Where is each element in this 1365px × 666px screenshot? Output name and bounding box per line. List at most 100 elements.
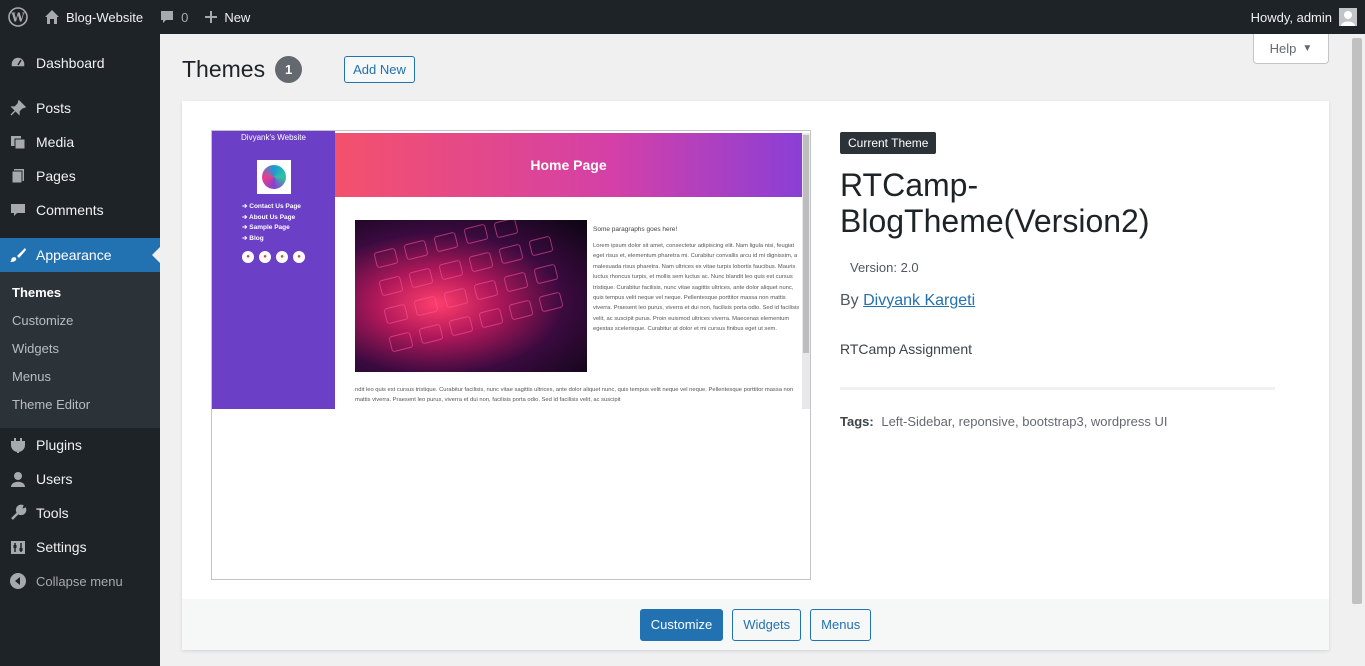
pages-icon <box>8 166 28 186</box>
wrench-icon <box>8 503 28 523</box>
sidebar-item-appearance[interactable]: Appearance <box>0 238 160 272</box>
author-prefix: By <box>840 292 859 309</box>
sidebar-item-posts[interactable]: Posts <box>0 91 160 125</box>
avatar <box>1339 8 1357 26</box>
help-label: Help <box>1269 41 1297 56</box>
theme-details-panel: Divyank's Website ➔ Contact Us Page ➔ Ab… <box>182 101 1329 650</box>
preview-nav-item: ➔ Blog <box>242 234 264 242</box>
tags-value: Left-Sidebar, reponsive, bootstrap3, wor… <box>881 414 1168 429</box>
new-label: New <box>224 9 251 25</box>
howdy-text: Howdy, admin <box>1250 9 1332 25</box>
page-header: Themes 1 Add New <box>182 56 415 83</box>
page-title: Themes <box>182 56 266 82</box>
sidebar-item-label: Settings <box>36 539 87 555</box>
linkedin-icon: ● <box>259 251 271 263</box>
admin-sidebar: Dashboard Posts Media Pages Comments App… <box>0 34 160 666</box>
media-icon <box>8 132 28 152</box>
submenu-item-widgets[interactable]: Widgets <box>0 335 160 363</box>
scrollbar-thumb[interactable] <box>1352 38 1362 604</box>
comments-count: 0 <box>181 9 189 25</box>
site-name-link[interactable]: Blog-Website <box>36 0 151 34</box>
collapse-label: Collapse menu <box>36 573 123 589</box>
plugin-icon <box>8 435 28 455</box>
sidebar-item-label: Appearance <box>36 247 112 263</box>
sidebar-item-label: Pages <box>36 168 76 184</box>
preview-nav: ➔ Contact Us Page ➔ About Us Page ➔ Samp… <box>242 202 335 244</box>
home-icon <box>44 9 60 25</box>
comment-icon <box>159 9 175 25</box>
preview-paragraph-2: ndit leo quis est cursus tristique. Cura… <box>355 387 794 403</box>
theme-description: RTCamp Assignment <box>840 341 973 357</box>
sidebar-item-label: Comments <box>36 202 104 218</box>
collapse-icon <box>8 571 28 591</box>
author-link[interactable]: Divyank Kargeti <box>863 292 975 309</box>
theme-screenshot-image: Divyank's Website ➔ Contact Us Page ➔ Ab… <box>212 131 810 409</box>
submenu-item-customize[interactable]: Customize <box>0 307 160 335</box>
admin-bar: W Blog-Website 0 New Howdy, admin <box>0 0 1365 34</box>
current-theme-badge: Current Theme <box>840 132 937 154</box>
submenu-item-menus[interactable]: Menus <box>0 363 160 391</box>
theme-actions: Customize Widgets Menus <box>182 599 1329 650</box>
sidebar-item-pages[interactable]: Pages <box>0 159 160 193</box>
sidebar-item-plugins[interactable]: Plugins <box>0 428 160 462</box>
sidebar-item-media[interactable]: Media <box>0 125 160 159</box>
preview-keyboard-image <box>355 220 587 372</box>
customize-button[interactable]: Customize <box>639 608 724 641</box>
site-name: Blog-Website <box>66 9 144 25</box>
main-content: Help ▼ Themes 1 Add New Divyank's Websit… <box>160 34 1349 666</box>
caret-down-icon: ▼ <box>1302 43 1313 54</box>
tags-label: Tags: <box>840 414 874 429</box>
theme-version: Version: 2.0 <box>850 260 919 275</box>
help-button[interactable]: Help ▼ <box>1253 34 1329 64</box>
pin-icon <box>8 98 28 118</box>
theme-tags: Tags: Left-Sidebar, reponsive, bootstrap… <box>840 414 1275 429</box>
submenu-item-themes[interactable]: Themes <box>0 279 160 307</box>
sidebar-item-label: Media <box>36 134 75 150</box>
new-content-link[interactable]: New <box>196 0 258 34</box>
submenu-item-theme-editor[interactable]: Theme Editor <box>0 391 160 419</box>
instagram-icon: ● <box>293 251 305 263</box>
sidebar-item-comments[interactable]: Comments <box>0 193 160 227</box>
preview-nav-item: ➔ Sample Page <box>242 224 290 231</box>
preview-scrollbar <box>802 133 810 409</box>
plus-icon <box>204 10 218 24</box>
preview-nav-item: ➔ Contact Us Page <box>242 203 301 210</box>
brush-icon <box>8 245 28 265</box>
theme-screenshot: Divyank's Website ➔ Contact Us Page ➔ Ab… <box>211 130 811 580</box>
preview-social-icons: ● ● ● ● <box>212 251 335 263</box>
appearance-submenu: Themes Customize Widgets Menus Theme Edi… <box>0 272 160 428</box>
window-scrollbar[interactable] <box>1349 34 1365 666</box>
user-icon <box>8 469 28 489</box>
sidebar-item-tools[interactable]: Tools <box>0 496 160 530</box>
twitter-icon: ● <box>242 251 254 263</box>
preview-nav-item: ➔ About Us Page <box>242 213 296 221</box>
sidebar-item-label: Dashboard <box>36 55 105 71</box>
preview-paragraph: Lorem ipsum dolor sit amet, consectetur … <box>593 243 800 333</box>
sidebar-item-label: Users <box>36 471 73 487</box>
preview-hero: Home Page <box>335 133 802 197</box>
preview-logo <box>256 160 291 194</box>
sidebar-item-label: Plugins <box>36 437 82 453</box>
sidebar-item-label: Tools <box>36 505 69 521</box>
preview-site-title: Divyank's Website <box>241 133 306 142</box>
sidebar-item-dashboard[interactable]: Dashboard <box>0 46 160 80</box>
sidebar-item-settings[interactable]: Settings <box>0 530 160 564</box>
theme-count-badge: 1 <box>275 56 303 83</box>
preview-paragraph-title: Some paragraphs goes here! <box>593 226 678 233</box>
widgets-button[interactable]: Widgets <box>732 608 802 641</box>
sidebar-item-label: Posts <box>36 100 72 116</box>
wordpress-logo-icon[interactable]: W <box>0 0 36 34</box>
dashboard-icon <box>8 53 28 73</box>
sidebar-item-users[interactable]: Users <box>0 462 160 496</box>
svg-text:W: W <box>10 11 25 25</box>
comment-icon <box>8 200 28 220</box>
my-account-link[interactable]: Howdy, admin <box>1243 0 1365 34</box>
add-new-button[interactable]: Add New <box>344 56 415 83</box>
collapse-menu-button[interactable]: Collapse menu <box>0 564 160 598</box>
comments-link[interactable]: 0 <box>151 0 196 34</box>
youtube-icon: ● <box>276 251 288 263</box>
theme-author: By Divyank Kargeti <box>840 292 1275 310</box>
theme-info: Current Theme RTCamp-BlogTheme(Version2)… <box>840 132 1275 429</box>
menus-button[interactable]: Menus <box>810 608 872 641</box>
preview-sidebar: Divyank's Website ➔ Contact Us Page ➔ Ab… <box>212 131 335 409</box>
